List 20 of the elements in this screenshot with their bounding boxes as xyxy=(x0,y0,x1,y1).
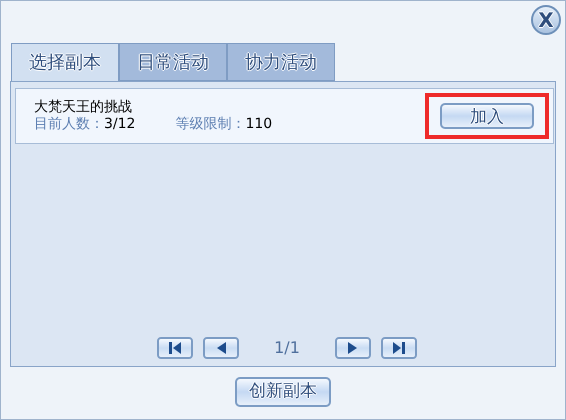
tab[interactable]: 选择副本 xyxy=(11,43,119,81)
players-label: 目前人数： xyxy=(34,116,104,133)
next-icon xyxy=(347,341,359,355)
last-page-icon xyxy=(392,341,406,355)
dungeon-name: 大梵天王的挑战 xyxy=(34,99,133,116)
next-page-button[interactable] xyxy=(335,337,371,359)
players-value: 3/12 xyxy=(104,116,136,133)
first-page-button[interactable] xyxy=(157,337,193,359)
previous-page-button[interactable] xyxy=(203,337,239,359)
create-dungeon-button[interactable]: 创新副本 xyxy=(235,377,331,407)
last-page-button[interactable] xyxy=(381,337,417,359)
level-label: 等级限制： xyxy=(175,116,246,133)
tab[interactable]: 协力活动 xyxy=(227,43,335,81)
close-button[interactable]: X xyxy=(531,5,561,35)
join-button[interactable]: 加入 xyxy=(440,103,534,129)
first-page-icon xyxy=(168,341,182,355)
previous-icon xyxy=(215,341,227,355)
tab[interactable]: 日常活动 xyxy=(119,43,227,81)
level-value: 110 xyxy=(245,116,272,133)
page-indicator: 1/1 xyxy=(273,337,301,359)
